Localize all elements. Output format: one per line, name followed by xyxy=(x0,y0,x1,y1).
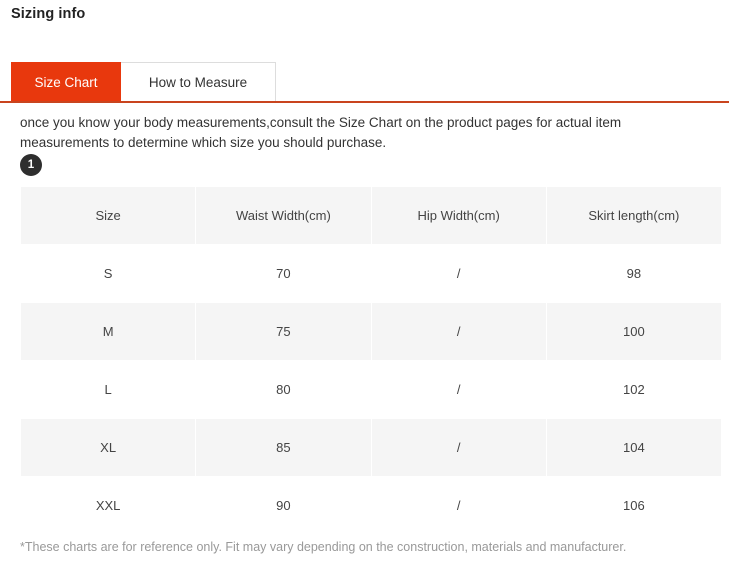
description-text: once you know your body measurements,con… xyxy=(20,115,622,150)
tab-bar: Size Chart How to Measure xyxy=(11,62,276,102)
cell-waist-width: 75 xyxy=(196,303,371,360)
cell-skirt-length: 102 xyxy=(546,361,721,418)
table-header-row: Size Waist Width(cm) Hip Width(cm) Skirt… xyxy=(21,187,721,244)
cell-size: S xyxy=(21,245,196,302)
column-header-size: Size xyxy=(21,187,196,244)
cell-size: XL xyxy=(21,419,196,476)
cell-skirt-length: 100 xyxy=(546,303,721,360)
tab-how-to-measure[interactable]: How to Measure xyxy=(121,62,276,102)
cell-skirt-length: 98 xyxy=(546,245,721,302)
cell-skirt-length: 106 xyxy=(546,477,721,534)
step-badge: 1 xyxy=(20,154,42,176)
column-header-waist-width: Waist Width(cm) xyxy=(196,187,371,244)
footnote-text: *These charts are for reference only. Fi… xyxy=(20,540,627,554)
cell-waist-width: 85 xyxy=(196,419,371,476)
table-row: M 75 / 100 xyxy=(21,303,721,360)
cell-size: L xyxy=(21,361,196,418)
table-row: XXL 90 / 106 xyxy=(21,477,721,534)
cell-size: M xyxy=(21,303,196,360)
cell-waist-width: 70 xyxy=(196,245,371,302)
cell-hip-width: / xyxy=(371,361,546,418)
tab-size-chart[interactable]: Size Chart xyxy=(11,62,121,102)
table-row: L 80 / 102 xyxy=(21,361,721,418)
page-title: Sizing info xyxy=(11,6,86,22)
column-header-skirt-length: Skirt length(cm) xyxy=(546,187,721,244)
cell-hip-width: / xyxy=(371,419,546,476)
size-chart-table: Size Waist Width(cm) Hip Width(cm) Skirt… xyxy=(20,186,722,535)
table-header: Size Waist Width(cm) Hip Width(cm) Skirt… xyxy=(21,187,721,244)
cell-waist-width: 80 xyxy=(196,361,371,418)
cell-waist-width: 90 xyxy=(196,477,371,534)
cell-hip-width: / xyxy=(371,245,546,302)
tab-underline xyxy=(0,101,729,103)
cell-hip-width: / xyxy=(371,303,546,360)
column-header-hip-width: Hip Width(cm) xyxy=(371,187,546,244)
cell-size: XXL xyxy=(21,477,196,534)
cell-hip-width: / xyxy=(371,477,546,534)
table-row: S 70 / 98 xyxy=(21,245,721,302)
cell-skirt-length: 104 xyxy=(546,419,721,476)
table-row: XL 85 / 104 xyxy=(21,419,721,476)
sizing-info-panel: Sizing info Size Chart How to Measure on… xyxy=(0,0,729,578)
table-body: S 70 / 98 M 75 / 100 L 80 / 102 XL 85 / xyxy=(21,245,721,534)
